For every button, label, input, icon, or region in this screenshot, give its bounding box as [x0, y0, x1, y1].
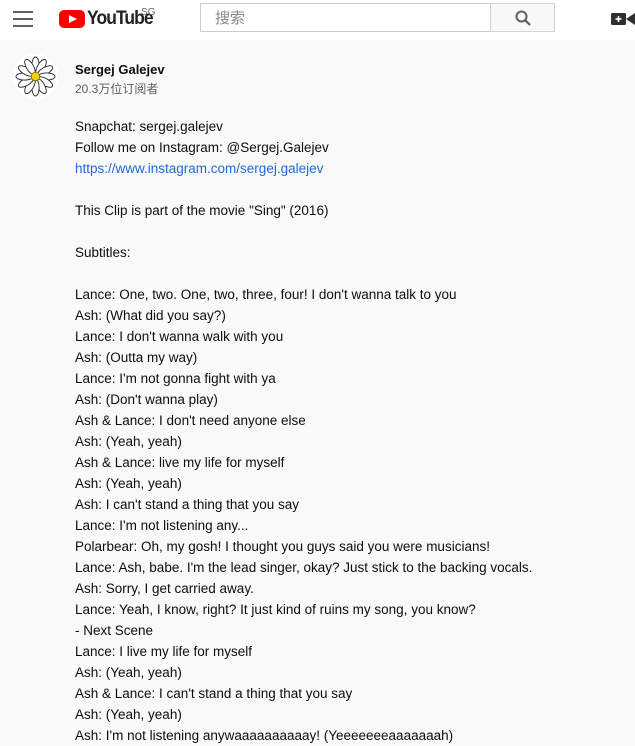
channel-name[interactable]: Sergej Galejev — [75, 62, 165, 77]
region-code: SG — [141, 7, 156, 18]
subtitle-lines: Lance: One, two. One, two, three, four! … — [75, 284, 615, 743]
subtitle-line: Lance: I'm not listening any... — [75, 518, 249, 533]
subtitle-line: Ash: Sorry, I get carried away. — [75, 581, 254, 596]
subtitle-line: Lance: I live my life for myself — [75, 644, 253, 659]
top-bar: YouTube SG — [0, 0, 635, 40]
search-input[interactable] — [213, 5, 477, 32]
subtitle-line: Ash: I'm not listening anywaaaaaaaaaay! … — [75, 728, 454, 743]
subtitle-line: Ash: I can't stand a thing that you say — [75, 497, 299, 512]
video-description: Snapchat: sergej.galejev Follow me on In… — [75, 116, 615, 743]
description-line: This Clip is part of the movie "Sing" (2… — [75, 203, 329, 218]
subtitle-line: Ash & Lance: I don't need anyone else — [75, 413, 306, 428]
subtitle-line: Ash & Lance: I can't stand a thing that … — [75, 686, 353, 701]
subtitle-line: Ash: (Yeah, yeah) — [75, 665, 182, 680]
subtitle-line: Ash: (Yeah, yeah) — [75, 434, 182, 449]
search-icon — [515, 10, 531, 26]
subtitle-line: Lance: Ash, babe. I'm the lead singer, o… — [75, 560, 533, 575]
play-logo-icon — [59, 10, 85, 28]
menu-icon[interactable] — [13, 11, 33, 27]
subtitle-line: Ash & Lance: live my life for myself — [75, 455, 285, 470]
create-video-icon[interactable] — [611, 11, 635, 27]
flower-icon — [15, 56, 56, 97]
description-line: Follow me on Instagram: @Sergej.Galejev — [75, 140, 329, 155]
subtitle-line: Lance: I don't wanna walk with you — [75, 329, 284, 344]
subtitle-line: Polarbear: Oh, my gosh! I thought you gu… — [75, 539, 490, 554]
subtitles-heading: Subtitles: — [75, 245, 131, 260]
subscriber-count: 20.3万位订阅者 — [75, 82, 159, 96]
subtitle-line: Lance: One, two. One, two, three, four! … — [75, 287, 457, 302]
channel-avatar[interactable] — [13, 54, 58, 99]
description-line: Snapchat: sergej.galejev — [75, 119, 223, 134]
subtitle-line: Ash: (Don't wanna play) — [75, 392, 218, 407]
search-button[interactable] — [490, 3, 555, 32]
search-box[interactable] — [200, 3, 490, 32]
subtitle-line: Ash: (What did you say?) — [75, 308, 226, 323]
instagram-link[interactable]: https://www.instagram.com/sergej.galejev — [75, 161, 323, 176]
subtitle-line: Lance: I'm not gonna fight with ya — [75, 371, 276, 386]
subtitle-line: Ash: (Yeah, yeah) — [75, 707, 182, 722]
subtitle-line: Ash: (Outta my way) — [75, 350, 198, 365]
subtitle-line: Ash: (Yeah, yeah) — [75, 476, 182, 491]
subtitle-line: - Next Scene — [75, 623, 154, 638]
subtitle-line: Lance: Yeah, I know, right? It just kind… — [75, 602, 476, 617]
